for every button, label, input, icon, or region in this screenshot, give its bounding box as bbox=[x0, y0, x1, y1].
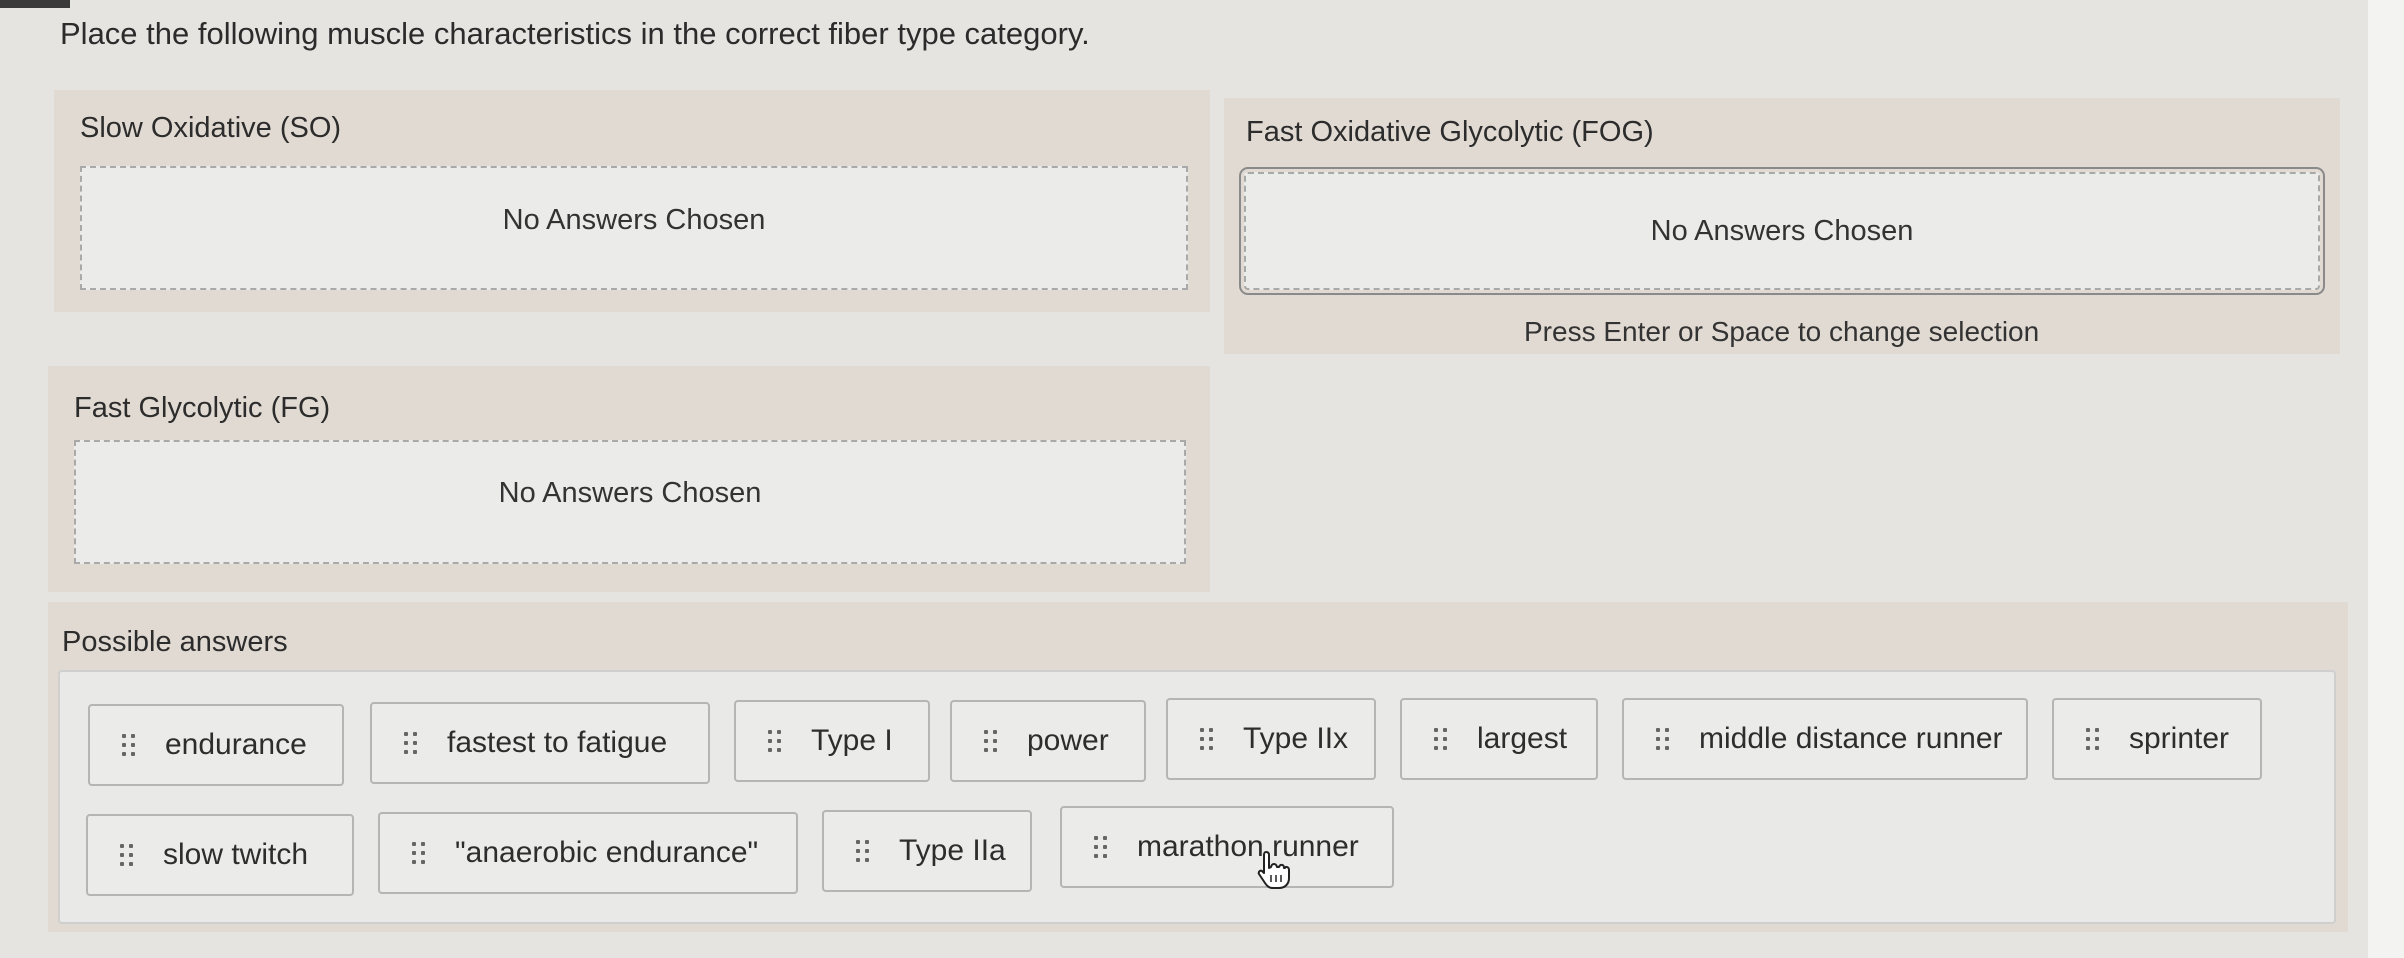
answer-chip-label: Type IIa bbox=[899, 834, 1006, 867]
category-fast-oxidative-glycolytic: Fast Oxidative Glycolytic (FOG) No Answe… bbox=[1224, 98, 2340, 354]
dropzone-fast-glycolytic[interactable]: No Answers Chosen bbox=[74, 440, 1186, 564]
dropzone-empty-text: No Answers Chosen bbox=[1650, 214, 1914, 247]
category-fast-glycolytic: Fast Glycolytic (FG) No Answers Chosen bbox=[48, 366, 1210, 592]
answer-chip[interactable]: largest bbox=[1400, 698, 1598, 780]
scrollbar-track[interactable] bbox=[2368, 0, 2404, 958]
answer-chip-label: largest bbox=[1477, 722, 1568, 755]
answer-chip[interactable]: middle distance runner bbox=[1622, 698, 2028, 780]
drag-handle-icon bbox=[412, 842, 425, 864]
question-instruction: Place the following muscle characteristi… bbox=[60, 16, 1090, 51]
answer-chip[interactable]: "anaerobic endurance" bbox=[378, 812, 798, 894]
answer-chip-label: power bbox=[1027, 724, 1109, 757]
answer-chip[interactable]: power bbox=[950, 700, 1146, 782]
category-title: Fast Glycolytic (FG) bbox=[74, 392, 331, 424]
drag-handle-icon bbox=[404, 732, 417, 754]
drag-handle-icon bbox=[768, 730, 781, 752]
top-bar bbox=[0, 0, 70, 8]
answer-chip-label: "anaerobic endurance" bbox=[455, 836, 759, 869]
answer-chip-label: sprinter bbox=[2129, 722, 2230, 755]
dropzone-fast-oxidative-glycolytic[interactable]: No Answers Chosen bbox=[1239, 167, 2325, 295]
answer-chip-label: marathon runner bbox=[1137, 830, 1359, 863]
category-slow-oxidative: Slow Oxidative (SO) No Answers Chosen bbox=[54, 90, 1210, 312]
answer-chip[interactable]: Type IIa bbox=[822, 810, 1032, 892]
answer-chip[interactable]: marathon runner bbox=[1060, 806, 1394, 888]
answer-chip-label: Type IIx bbox=[1243, 722, 1349, 755]
drag-handle-icon bbox=[1094, 836, 1107, 858]
drag-handle-icon bbox=[122, 734, 135, 756]
answer-chip[interactable]: Type I bbox=[734, 700, 930, 782]
answer-chip-label: middle distance runner bbox=[1699, 722, 2003, 755]
answer-chip[interactable]: fastest to fatigue bbox=[370, 702, 710, 784]
drag-handle-icon bbox=[1200, 728, 1213, 750]
drag-handle-icon bbox=[856, 840, 869, 862]
answer-chip[interactable]: slow twitch bbox=[86, 814, 354, 896]
category-title: Slow Oxidative (SO) bbox=[80, 112, 342, 144]
possible-answers-title: Possible answers bbox=[62, 626, 288, 658]
answer-chip-label: endurance bbox=[165, 728, 307, 761]
category-title: Fast Oxidative Glycolytic (FOG) bbox=[1246, 116, 1654, 148]
answer-chip[interactable]: endurance bbox=[88, 704, 344, 786]
hand-pointer-cursor-icon bbox=[1257, 851, 1290, 889]
answer-chip-label: Type I bbox=[811, 724, 893, 757]
answer-chip[interactable]: sprinter bbox=[2052, 698, 2262, 780]
keyboard-hint: Press Enter or Space to change selection bbox=[1524, 316, 2040, 347]
dropzone-empty-text: No Answers Chosen bbox=[498, 476, 762, 509]
answer-chip-label: slow twitch bbox=[163, 838, 309, 871]
drag-handle-icon bbox=[1434, 728, 1447, 750]
drag-handle-icon bbox=[120, 844, 133, 866]
dropzone-slow-oxidative[interactable]: No Answers Chosen bbox=[80, 166, 1188, 290]
dropzone-empty-text: No Answers Chosen bbox=[502, 203, 766, 236]
drag-handle-icon bbox=[1656, 728, 1669, 750]
answer-chip-label: fastest to fatigue bbox=[447, 726, 668, 759]
drag-handle-icon bbox=[984, 730, 997, 752]
drag-handle-icon bbox=[2086, 728, 2099, 750]
answer-chip[interactable]: Type IIx bbox=[1166, 698, 1376, 780]
